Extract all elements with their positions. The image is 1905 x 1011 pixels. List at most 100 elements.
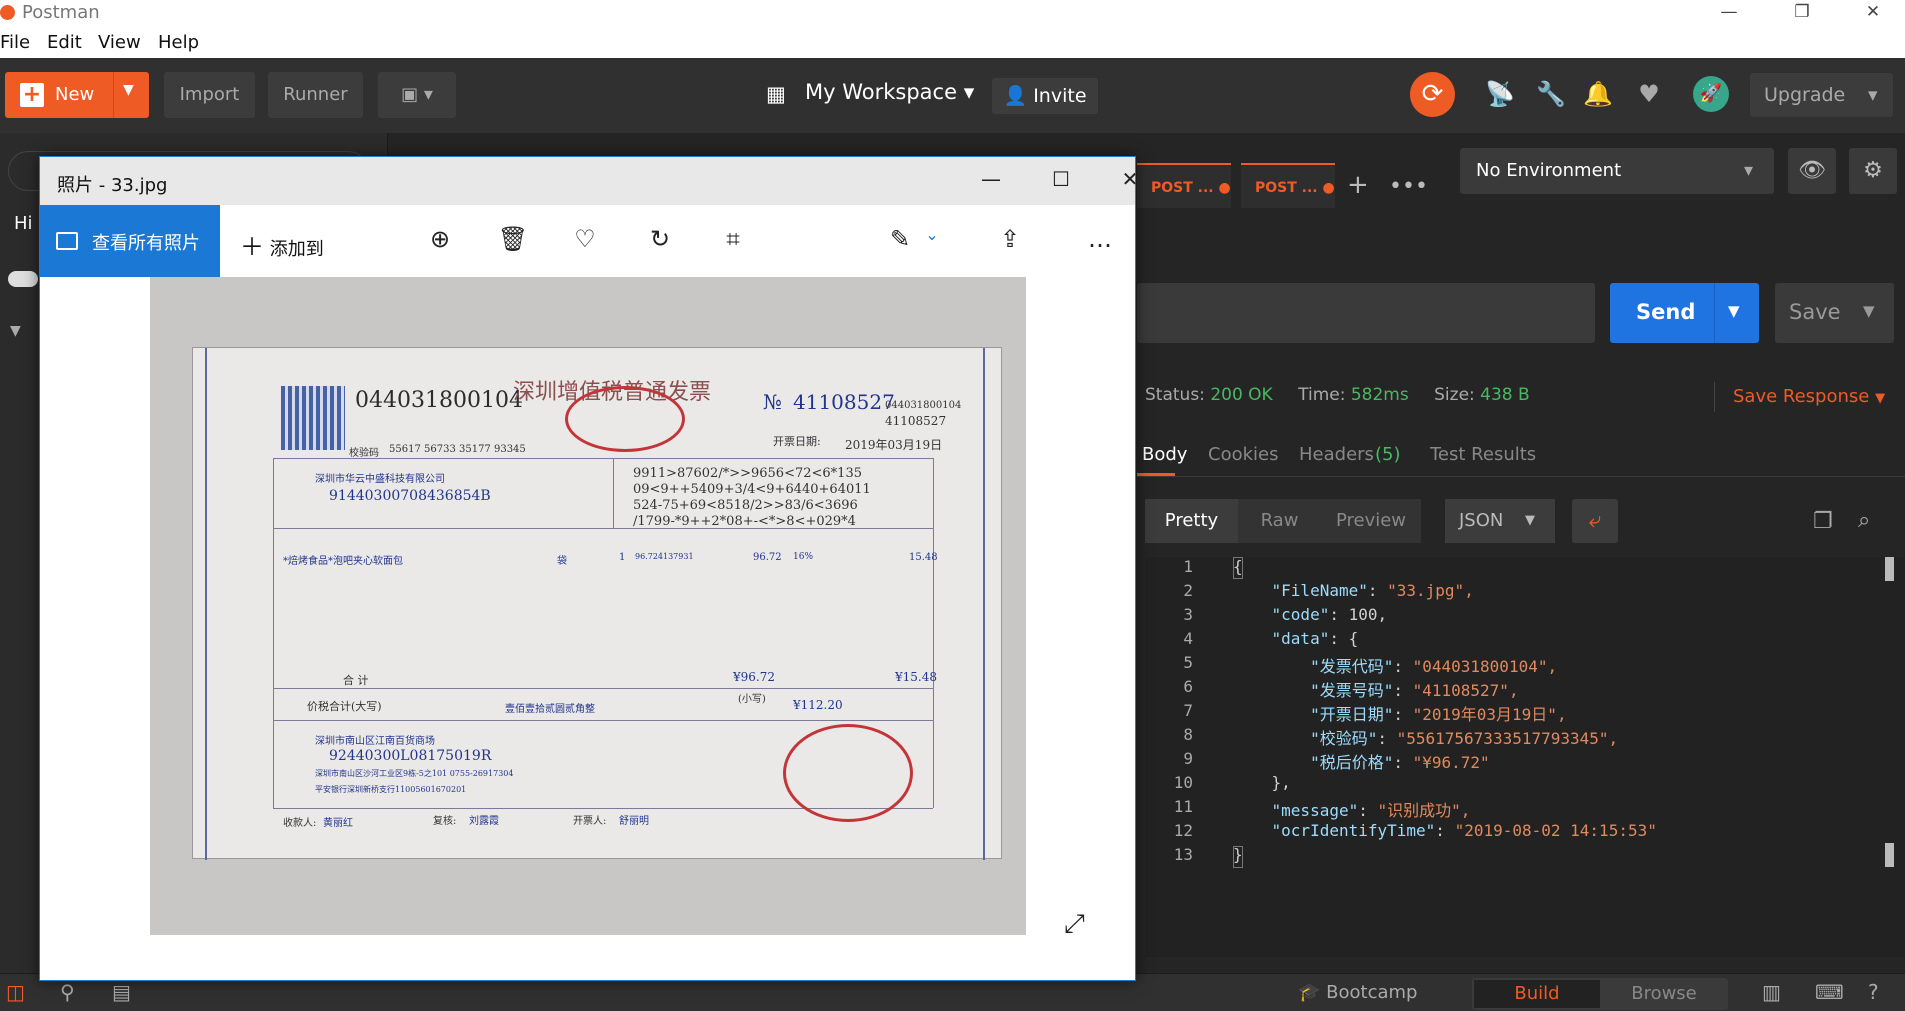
- view-preview[interactable]: Preview: [1321, 499, 1421, 543]
- send-button[interactable]: Send ▼: [1610, 283, 1759, 343]
- reviewer: 刘露霞: [469, 816, 499, 827]
- workspace-switcher[interactable]: My Workspace ▾: [805, 80, 974, 104]
- caret-down-icon[interactable]: ▼: [1863, 302, 1875, 320]
- find-icon[interactable]: ⚲: [60, 980, 75, 1004]
- scrollbar[interactable]: [1885, 557, 1894, 581]
- total-tax: ¥15.48: [895, 670, 937, 684]
- toggle[interactable]: [8, 271, 38, 287]
- item-name: *焙烤食品*泡吧夹心软面包: [283, 556, 403, 567]
- more-icon[interactable]: …: [1080, 225, 1120, 253]
- item-amount: 96.72: [753, 552, 782, 563]
- rocket-icon: 🚀: [1699, 83, 1723, 104]
- more-icon[interactable]: •••: [1389, 174, 1428, 199]
- browse-tab[interactable]: Browse: [1602, 980, 1726, 1008]
- tab-cookies[interactable]: Cookies: [1208, 444, 1278, 465]
- heart-icon[interactable]: ♡: [565, 225, 605, 253]
- share-icon[interactable]: ⇪: [990, 225, 1030, 253]
- bootcamp-button[interactable]: 🎓 Bootcamp: [1298, 982, 1417, 1003]
- tab-body[interactable]: Body: [1142, 444, 1187, 465]
- small-label: (小写): [738, 694, 766, 705]
- line-number: 4: [1183, 629, 1193, 648]
- console-icon[interactable]: ▤: [112, 980, 131, 1004]
- tab-headers[interactable]: Headers: [1299, 444, 1374, 465]
- wrench-icon[interactable]: 🔧: [1536, 80, 1566, 108]
- search-icon[interactable]: ⌕: [1858, 508, 1870, 533]
- menu-help[interactable]: Help: [158, 32, 199, 53]
- help-icon[interactable]: ?: [1868, 980, 1879, 1004]
- runner-button[interactable]: Runner: [268, 72, 363, 118]
- menu-file[interactable]: File: [0, 32, 30, 53]
- new-window-button[interactable]: ▣ ▾: [378, 72, 456, 118]
- line-number: 2: [1183, 581, 1193, 600]
- new-button[interactable]: + New ▼: [5, 72, 149, 118]
- save-response-button[interactable]: Save Response ▼: [1733, 386, 1885, 407]
- request-tabs: POST ... ● POST ... ● + •••: [1137, 160, 1437, 210]
- seller-address: 深圳市南山区沙河工业区9栋-5之101 0755-26917304: [315, 769, 514, 778]
- bell-icon[interactable]: 🔔: [1583, 80, 1613, 108]
- heart-icon[interactable]: ♥: [1634, 80, 1664, 108]
- menu-edit[interactable]: Edit: [47, 32, 82, 53]
- crop-icon[interactable]: ⌗: [713, 225, 753, 253]
- rotate-icon[interactable]: ↻: [640, 225, 680, 253]
- line-number: 9: [1183, 749, 1193, 768]
- menu-view[interactable]: View: [98, 32, 141, 53]
- close-icon[interactable]: ✕: [1100, 167, 1160, 191]
- expand-icon[interactable]: ⤢: [1064, 909, 1085, 940]
- caret-down-icon[interactable]: ▼: [1728, 302, 1740, 320]
- eye-icon[interactable]: 👁: [1788, 148, 1836, 194]
- buyer-taxid: 91440300708436854B: [329, 488, 491, 504]
- delete-icon[interactable]: 🗑: [493, 225, 533, 253]
- code-line: "税后价格": "¥96.72": [1310, 753, 1490, 772]
- seal-stamp: [565, 386, 685, 452]
- payee: 黄丽红: [323, 818, 353, 829]
- chevron-down-icon[interactable]: ▼: [10, 323, 21, 339]
- add-to-button[interactable]: ＋ 添加到: [240, 227, 324, 262]
- keyboard-icon[interactable]: ⌨: [1815, 980, 1844, 1004]
- view-all-photos-button[interactable]: 查看所有照片: [40, 205, 220, 277]
- url-input[interactable]: [1137, 283, 1595, 343]
- invoice-code: 044031800104: [355, 388, 523, 413]
- maximize-icon[interactable]: ☐: [1031, 167, 1091, 191]
- view-raw[interactable]: Raw: [1238, 499, 1321, 543]
- divider: [113, 72, 114, 118]
- photos-toolbar: 查看所有照片 ＋ 添加到 ⊕ 🗑 ♡ ↻ ⌗ ✎ ⌄ ⇪ …: [40, 205, 1135, 277]
- response-body[interactable]: 1 {2 "FileName": "33.jpg", 3 "code": 100, 4…: [1145, 557, 1905, 957]
- code-line: "ocrIdentifyTime": "2019-08-02 14:15:53": [1271, 821, 1657, 840]
- tab-history[interactable]: Hi: [14, 213, 33, 234]
- add-tab-icon[interactable]: +: [1347, 170, 1369, 200]
- invoice-date: 2019年03月19日: [845, 438, 943, 452]
- qr-code: [281, 386, 345, 450]
- scrollbar-bottom[interactable]: [1885, 843, 1894, 867]
- request-tab[interactable]: POST ... ●: [1241, 163, 1335, 208]
- gear-icon[interactable]: ⚙: [1849, 148, 1897, 194]
- avatar[interactable]: 🚀: [1693, 76, 1729, 112]
- two-pane-icon[interactable]: ▥: [1762, 980, 1781, 1004]
- postman-logo-icon: [0, 5, 15, 20]
- close-icon[interactable]: ✕: [1850, 0, 1896, 28]
- upgrade-button[interactable]: Upgrade ▾: [1750, 73, 1893, 117]
- build-tab[interactable]: Build: [1474, 980, 1600, 1008]
- caret-down-icon[interactable]: ▼: [123, 82, 134, 98]
- invite-button[interactable]: 👤 Invite: [992, 78, 1098, 114]
- satellite-icon[interactable]: 📡: [1485, 80, 1515, 108]
- total-label: 合 计: [343, 674, 369, 687]
- view-pretty[interactable]: Pretty: [1145, 499, 1238, 543]
- divider: [1137, 476, 1905, 477]
- size-value: 438 B: [1480, 385, 1530, 405]
- tab-test-results[interactable]: Test Results: [1430, 444, 1536, 465]
- wrap-lines-icon[interactable]: ⤶: [1572, 499, 1618, 543]
- minimize-icon[interactable]: —: [961, 167, 1021, 191]
- import-button[interactable]: Import: [164, 72, 255, 118]
- minimize-icon[interactable]: —: [1706, 0, 1752, 28]
- sidebar-toggle-icon[interactable]: ◫: [6, 980, 25, 1004]
- format-select[interactable]: JSON ▼: [1445, 499, 1555, 543]
- zoom-in-icon[interactable]: ⊕: [420, 225, 460, 253]
- copy-icon[interactable]: ❐: [1813, 509, 1833, 534]
- environment-select[interactable]: No Environment ▾: [1460, 148, 1774, 194]
- restore-icon[interactable]: ❐: [1779, 0, 1825, 28]
- chevron-down-icon[interactable]: ⌄: [912, 225, 952, 244]
- divider: [273, 720, 933, 721]
- tab-label: POST ...: [1151, 180, 1214, 196]
- save-button[interactable]: Save ▼: [1775, 283, 1894, 343]
- sync-icon[interactable]: ⟳: [1410, 72, 1455, 117]
